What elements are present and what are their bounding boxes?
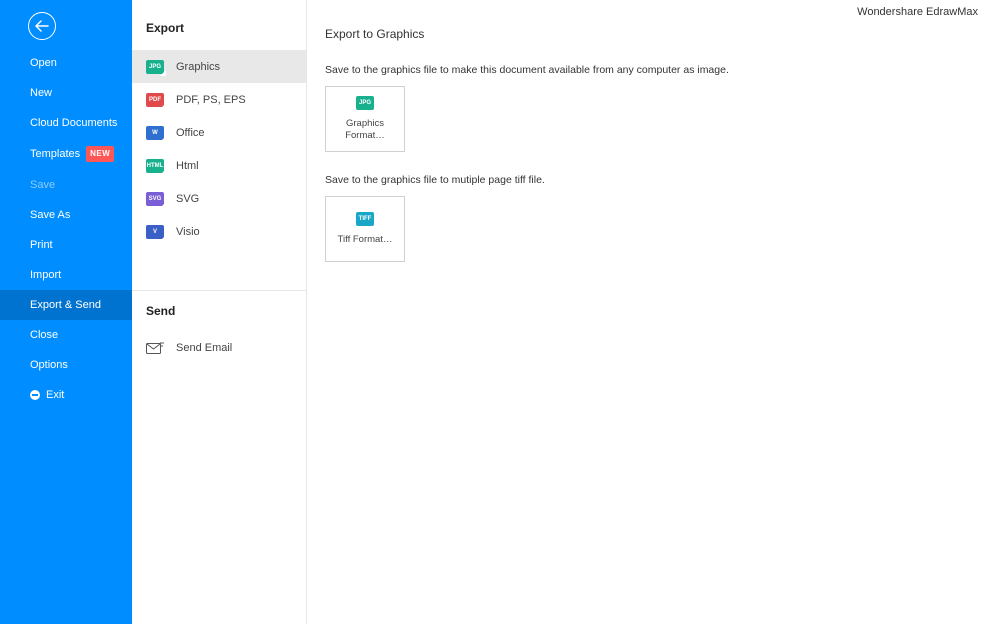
export-tiff-format-button[interactable]: TIFF Tiff Format…: [325, 196, 405, 262]
visio-icon: V: [146, 225, 164, 239]
sidebar-item-templates[interactable]: Templates NEW: [0, 138, 132, 170]
export-section-header: Export: [132, 0, 306, 50]
label: New: [30, 86, 52, 100]
sidebar-item-import[interactable]: Import: [0, 260, 132, 290]
export-item-pdf[interactable]: PDF PDF, PS, EPS: [132, 83, 306, 116]
html-icon: HTML: [146, 159, 164, 173]
label: Options: [30, 358, 68, 372]
label: Graphics Format…: [330, 118, 400, 142]
label: Exit: [46, 388, 64, 402]
jpg-icon: JPG: [356, 96, 374, 110]
sidebar-item-exit[interactable]: Exit: [0, 380, 132, 410]
label: Print: [30, 238, 53, 252]
back-button[interactable]: [28, 12, 56, 40]
sidebar-item-open[interactable]: Open: [0, 48, 132, 78]
email-icon: [146, 341, 164, 355]
label: Send Email: [176, 342, 232, 354]
label: SVG: [176, 193, 199, 205]
tiff-description: Save to the graphics file to mutiple pag…: [325, 174, 982, 186]
export-graphics-format-button[interactable]: JPG Graphics Format…: [325, 86, 405, 152]
label: Templates: [30, 147, 80, 161]
app-title: Wondershare EdrawMax: [857, 6, 978, 18]
send-item-email[interactable]: Send Email: [132, 331, 306, 364]
label: Close: [30, 328, 58, 342]
sidebar-item-close[interactable]: Close: [0, 320, 132, 350]
sidebar-item-save-as[interactable]: Save As: [0, 200, 132, 230]
sidebar-item-export-and-send[interactable]: Export & Send: [0, 290, 132, 320]
file-menu-sidebar: Open New Cloud Documents Templates NEW S…: [0, 0, 132, 624]
exit-icon: [30, 390, 40, 400]
label: Save As: [30, 208, 70, 222]
label: Open: [30, 56, 57, 70]
label: Tiff Format…: [338, 234, 393, 246]
back-arrow-icon: [35, 20, 49, 32]
label: Export & Send: [30, 298, 101, 312]
sidebar-item-save: Save: [0, 170, 132, 200]
pdf-icon: PDF: [146, 93, 164, 107]
svg-icon: SVG: [146, 192, 164, 206]
sidebar-item-print[interactable]: Print: [0, 230, 132, 260]
jpg-icon: JPG: [146, 60, 164, 74]
export-item-svg[interactable]: SVG SVG: [132, 182, 306, 215]
sidebar-item-new[interactable]: New: [0, 78, 132, 108]
new-badge: NEW: [86, 146, 114, 162]
export-item-office[interactable]: W Office: [132, 116, 306, 149]
export-item-html[interactable]: HTML Html: [132, 149, 306, 182]
label: PDF, PS, EPS: [176, 94, 246, 106]
label: Html: [176, 160, 199, 172]
sidebar-item-options[interactable]: Options: [0, 350, 132, 380]
label: Office: [176, 127, 205, 139]
tiff-icon: TIFF: [356, 212, 374, 226]
export-send-list: Export JPG Graphics PDF PDF, PS, EPS W O…: [132, 0, 307, 624]
sidebar-item-cloud-documents[interactable]: Cloud Documents: [0, 108, 132, 138]
label: Visio: [176, 226, 200, 238]
label: Import: [30, 268, 61, 282]
label: Graphics: [176, 61, 220, 73]
export-item-visio[interactable]: V Visio: [132, 215, 306, 248]
export-item-graphics[interactable]: JPG Graphics: [132, 50, 306, 83]
export-main-panel: Wondershare EdrawMax Export to Graphics …: [307, 0, 1000, 624]
word-icon: W: [146, 126, 164, 140]
send-section-header: Send: [132, 291, 306, 331]
graphics-description: Save to the graphics file to make this d…: [325, 64, 982, 76]
label: Save: [30, 178, 55, 192]
label: Cloud Documents: [30, 116, 117, 130]
